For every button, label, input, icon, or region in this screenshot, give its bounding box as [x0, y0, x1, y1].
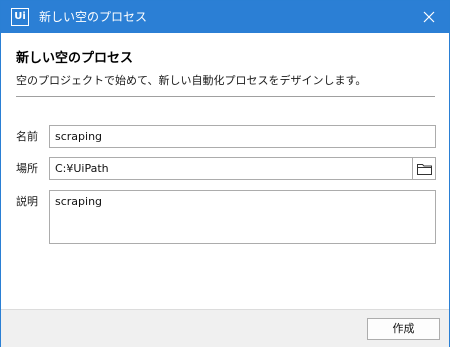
- dialog-window: Ui 新しい空のプロセス 新しい空のプロセス 空のプロジェクトで始めて、新しい自…: [0, 0, 450, 347]
- dialog-footer: 作成: [1, 309, 449, 347]
- uipath-logo-icon: Ui: [11, 8, 29, 26]
- close-icon: [423, 11, 435, 23]
- name-label: 名前: [16, 130, 38, 143]
- location-field[interactable]: C:¥UiPath: [49, 157, 413, 180]
- name-field[interactable]: scraping: [49, 125, 436, 148]
- close-button[interactable]: [409, 1, 449, 33]
- folder-icon: [417, 164, 432, 175]
- description-field[interactable]: scraping: [49, 190, 436, 244]
- browse-folder-button[interactable]: [412, 157, 436, 180]
- window-title: 新しい空のプロセス: [39, 10, 148, 24]
- dialog-heading: 新しい空のプロセス: [16, 51, 134, 66]
- create-button[interactable]: 作成: [367, 318, 440, 340]
- divider: [16, 96, 435, 97]
- description-label: 説明: [16, 195, 38, 208]
- title-bar: Ui 新しい空のプロセス: [1, 1, 449, 33]
- dialog-description: 空のプロジェクトで始めて、新しい自動化プロセスをデザインします。: [16, 74, 367, 87]
- location-label: 場所: [16, 162, 38, 175]
